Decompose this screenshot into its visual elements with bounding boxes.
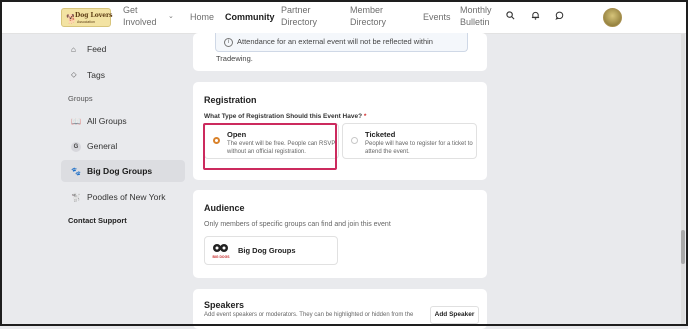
sidebar-item-all-groups[interactable]: 📖 All Groups	[61, 110, 185, 132]
tag-icon: ⬦	[71, 70, 77, 79]
registration-option-ticketed[interactable]: Ticketed People will have to register fo…	[342, 123, 477, 159]
nav-events[interactable]: Events	[423, 11, 451, 23]
bell-icon[interactable]	[528, 10, 542, 24]
audience-card: Audience Only members of specific groups…	[193, 190, 487, 278]
registration-card: Registration What Type of Registration S…	[193, 82, 487, 180]
option-description: People will have to register for a ticke…	[365, 141, 473, 155]
nav-home[interactable]: Home	[190, 11, 214, 23]
search-icon[interactable]	[503, 10, 517, 24]
general-badge-icon: G	[71, 141, 81, 152]
big-dog-group-icon: 🐾	[71, 166, 81, 176]
sidebar-item-poodles[interactable]: 🐩 Poodles of New York	[61, 186, 185, 208]
required-mark: *	[363, 113, 367, 120]
audience-title: Audience	[204, 203, 245, 213]
nav-partner-directory[interactable]: Partner Directory	[281, 4, 317, 28]
top-navigation-bar: 🐕 Dog Lovers Association Get Involved ⌄ H…	[2, 2, 686, 34]
external-event-card: i Attendance for an external event will n…	[193, 33, 487, 71]
svg-text:BIG DOGS: BIG DOGS	[213, 255, 231, 259]
speakers-subtitle: Add event speakers or moderators. They c…	[204, 312, 414, 318]
option-description: The event will be free. People can RSVP …	[227, 141, 336, 155]
sidebar-item-label: All Groups	[87, 116, 127, 126]
nav-member-directory[interactable]: Member Directory	[350, 4, 386, 28]
big-dogs-logo-icon: BIG DOGS	[213, 244, 231, 259]
home-icon: ⌂	[71, 44, 76, 54]
nav-community[interactable]: Community	[225, 11, 275, 23]
user-avatar[interactable]	[603, 8, 622, 27]
chevron-down-icon[interactable]: ⌄	[168, 12, 174, 20]
sidebar-contact-support[interactable]: Contact Support	[68, 216, 127, 225]
registration-question: What Type of Registration Should this Ev…	[204, 113, 367, 120]
notice-text: Attendance for an external event will no…	[216, 37, 433, 63]
speakers-title: Speakers	[204, 300, 245, 310]
option-title: Open	[227, 130, 247, 139]
scrollbar-thumb[interactable]	[681, 230, 685, 264]
logo-title: Dog Lovers	[75, 12, 113, 19]
sidebar-item-label: Feed	[87, 44, 107, 54]
sidebar-item-label: Big Dog Groups	[87, 166, 153, 176]
sidebar-item-label: General	[87, 141, 118, 151]
nav-monthly-bulletin[interactable]: Monthly Bulletin	[460, 4, 492, 28]
radio-unselected-icon[interactable]	[351, 137, 358, 144]
info-icon: i	[224, 37, 233, 47]
sidebar-item-general[interactable]: G General	[61, 135, 185, 157]
book-icon: 📖	[71, 116, 81, 126]
chat-icon[interactable]	[552, 10, 566, 24]
external-attendance-notice: i Attendance for an external event will n…	[215, 33, 468, 63]
add-speaker-button[interactable]: Add Speaker	[430, 306, 479, 324]
logo-subtitle: Association	[77, 20, 95, 24]
poodle-group-icon: 🐩	[71, 192, 81, 202]
nav-get-involved[interactable]: Get Involved	[123, 4, 157, 28]
audience-subtitle: Only members of specific groups can find…	[204, 221, 391, 228]
sidebar-item-label: Poodles of New York	[87, 192, 166, 202]
sidebar-item-tags[interactable]: ⬦ Tags	[61, 64, 185, 86]
speakers-card: Speakers Add event speakers or moderator…	[193, 289, 487, 329]
option-title: Ticketed	[365, 130, 396, 139]
registration-option-open[interactable]: Open The event will be free. People can …	[204, 123, 339, 159]
radio-selected-icon[interactable]	[213, 137, 220, 144]
audience-group-name: Big Dog Groups	[238, 246, 296, 255]
sidebar-item-feed[interactable]: ⌂ Feed	[61, 38, 185, 60]
scrollbar-track[interactable]	[681, 34, 685, 324]
registration-title: Registration	[204, 95, 257, 105]
audience-group-chip[interactable]: BIG DOGS Big Dog Groups	[204, 236, 338, 265]
sidebar-item-big-dog-groups[interactable]: 🐾 Big Dog Groups	[61, 160, 185, 182]
sidebar-item-label: Tags	[87, 70, 105, 80]
sidebar-groups-heading: Groups	[68, 94, 93, 103]
dog-lovers-logo[interactable]: 🐕 Dog Lovers Association	[61, 8, 113, 27]
